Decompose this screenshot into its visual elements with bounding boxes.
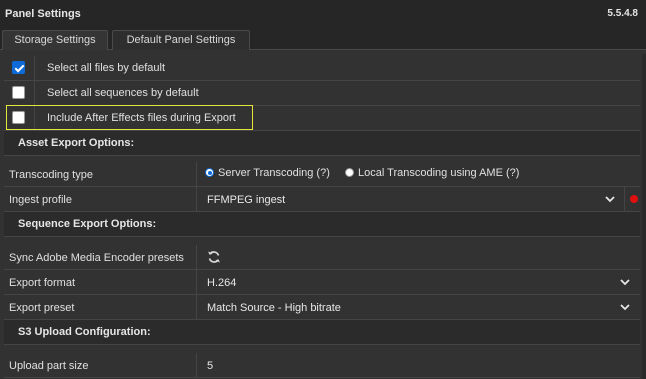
- local-transcoding-radio[interactable]: [345, 168, 354, 177]
- sync-presets-label: Sync Adobe Media Encoder presets: [9, 252, 184, 264]
- local-transcoding-label[interactable]: Local Transcoding using AME (?): [358, 167, 519, 179]
- select-all-files-label: Select all files by default: [47, 62, 166, 74]
- export-preset-select[interactable]: Match Source - High bitrate: [196, 295, 640, 319]
- select-all-sequences-label: Select all sequences by default: [47, 87, 199, 99]
- checkbox-row-select-all-sequences: Select all sequences by default: [4, 81, 640, 106]
- export-format-label: Export format: [9, 277, 76, 289]
- export-preset-label: Export preset: [9, 302, 75, 314]
- ingest-profile-select[interactable]: FFMPEG ingest: [196, 187, 624, 211]
- checkbox-row-select-all-files: Select all files by default: [4, 56, 640, 81]
- ingest-profile-row: Ingest profile FFMPEG ingest: [4, 187, 640, 212]
- chevron-down-icon: [620, 304, 630, 311]
- export-format-select[interactable]: H.264: [196, 270, 640, 294]
- chevron-down-icon: [620, 279, 630, 286]
- ingest-profile-value: FFMPEG ingest: [207, 194, 286, 206]
- status-indicator-icon: [630, 195, 638, 203]
- refresh-icon[interactable]: [207, 250, 221, 264]
- panel-title: Panel Settings: [5, 8, 81, 20]
- upload-part-size-label: Upload part size: [9, 360, 89, 372]
- section-title-sequence-export: Sequence Export Options:: [18, 218, 157, 230]
- transcoding-type-row: Transcoding type Server Transcoding (?) …: [4, 162, 640, 187]
- server-transcoding-label[interactable]: Server Transcoding (?): [218, 167, 330, 179]
- checkbox-row-include-after-effects: Include After Effects files during Expor…: [4, 106, 640, 131]
- select-all-sequences-checkbox[interactable]: [12, 86, 25, 99]
- section-title-s3-upload: S3 Upload Configuration:: [18, 326, 151, 338]
- tab-bar: Storage Settings Default Panel Settings: [0, 28, 646, 50]
- upload-part-size-input[interactable]: 5: [196, 353, 640, 377]
- tab-default-panel-settings[interactable]: Default Panel Settings: [112, 30, 250, 50]
- select-all-files-checkbox[interactable]: [12, 61, 25, 74]
- export-format-value: H.264: [207, 277, 237, 289]
- export-preset-value: Match Source - High bitrate: [207, 302, 341, 314]
- export-format-row: Export format H.264: [4, 270, 640, 295]
- server-transcoding-radio[interactable]: [205, 168, 214, 177]
- sync-presets-row: Sync Adobe Media Encoder presets: [4, 245, 640, 270]
- include-after-effects-label: Include After Effects files during Expor…: [47, 112, 236, 124]
- section-sequence-export: Sequence Export Options:: [4, 212, 640, 237]
- section-asset-export: Asset Export Options:: [4, 131, 640, 156]
- tab-storage-settings[interactable]: Storage Settings: [2, 30, 108, 50]
- ingest-profile-label: Ingest profile: [9, 194, 72, 206]
- upload-part-size-value: 5: [207, 360, 214, 372]
- section-title-asset-export: Asset Export Options:: [18, 137, 135, 149]
- upload-part-size-row: Upload part size 5: [4, 353, 640, 378]
- transcoding-type-label: Transcoding type: [9, 169, 93, 181]
- chevron-down-icon: [605, 196, 615, 203]
- version-label: 5.5.4.8: [607, 8, 638, 19]
- section-s3-upload: S3 Upload Configuration:: [4, 320, 640, 345]
- export-preset-row: Export preset Match Source - High bitrat…: [4, 295, 640, 320]
- title-bar: Panel Settings 5.5.4.8: [0, 0, 646, 28]
- include-after-effects-checkbox[interactable]: [12, 111, 25, 124]
- scrollbar-track[interactable]: [642, 54, 646, 379]
